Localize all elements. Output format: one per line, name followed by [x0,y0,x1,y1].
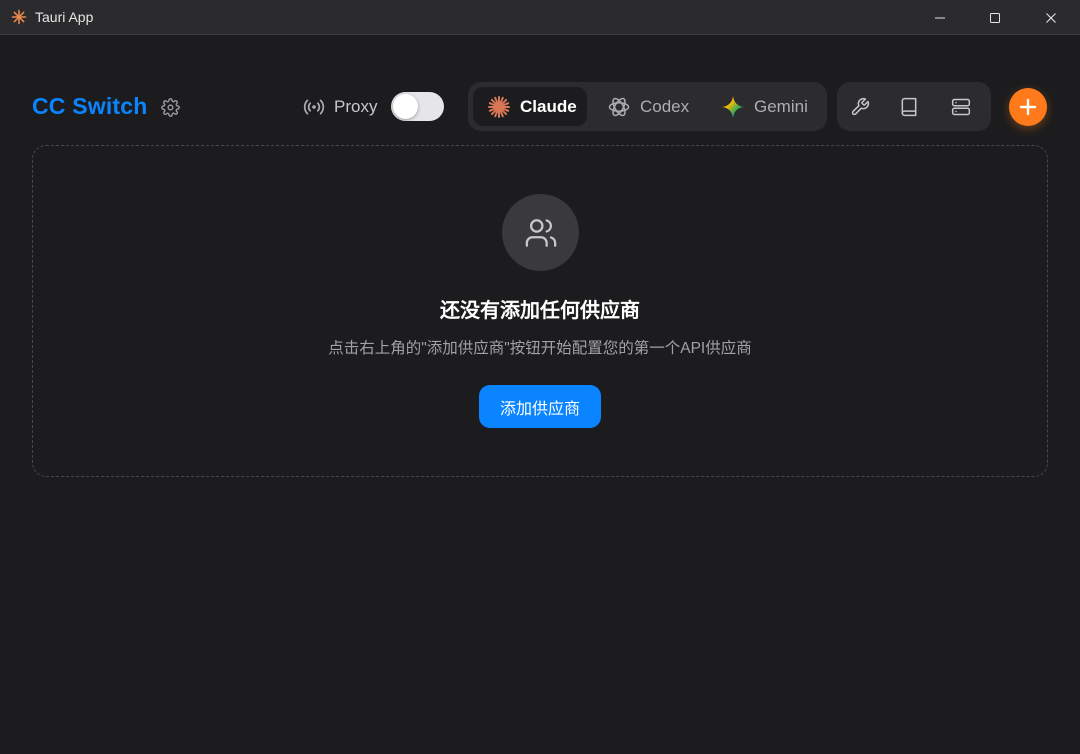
window-title-bar: Tauri App [0,0,1080,35]
server-button[interactable] [948,94,974,120]
tab-claude[interactable]: Claude [473,87,587,126]
claude-icon [486,94,512,120]
tab-gemini[interactable]: Gemini [708,87,822,126]
close-button[interactable] [1023,0,1079,35]
empty-state-icon-circle [502,194,579,271]
tauri-app-icon [11,9,27,25]
openai-icon [606,94,632,120]
maximize-icon [990,12,1000,23]
proxy-toggle-knob [393,94,418,119]
tab-gemini-label: Gemini [754,96,808,116]
gear-icon [160,97,180,117]
minimize-button[interactable] [912,0,968,35]
tools-button[interactable] [847,94,873,120]
users-icon [525,218,556,247]
server-icon [951,98,971,116]
proxy-toggle[interactable] [391,92,444,121]
window-title: Tauri App [35,9,94,25]
tab-codex[interactable]: Codex [594,87,700,126]
proxy-label: Proxy [334,97,378,116]
empty-state-panel: 还没有添加任何供应商 点击右上角的"添加供应商"按钮开始配置您的第一个API供应… [32,145,1048,477]
add-provider-cta-button[interactable]: 添加供应商 [479,385,601,428]
broadcast-icon [303,99,325,115]
minimize-icon [935,17,945,18]
tab-claude-label: Claude [520,96,577,116]
settings-button[interactable] [158,95,182,119]
empty-state-description: 点击右上角的"添加供应商"按钮开始配置您的第一个API供应商 [328,340,752,357]
tab-codex-label: Codex [640,96,690,116]
maximize-button[interactable] [967,0,1023,35]
add-provider-button[interactable] [1009,88,1047,126]
wrench-icon [851,97,870,116]
empty-state-title: 还没有添加任何供应商 [440,300,640,322]
close-icon [1046,12,1056,23]
gemini-icon [720,94,746,120]
book-icon [901,97,917,117]
tools-group [837,82,991,131]
docs-button[interactable] [896,94,922,120]
app-switcher: Claude Codex Gemini [468,82,827,131]
plus-icon [1019,98,1037,116]
app-brand-title: CC Switch [32,93,148,119]
